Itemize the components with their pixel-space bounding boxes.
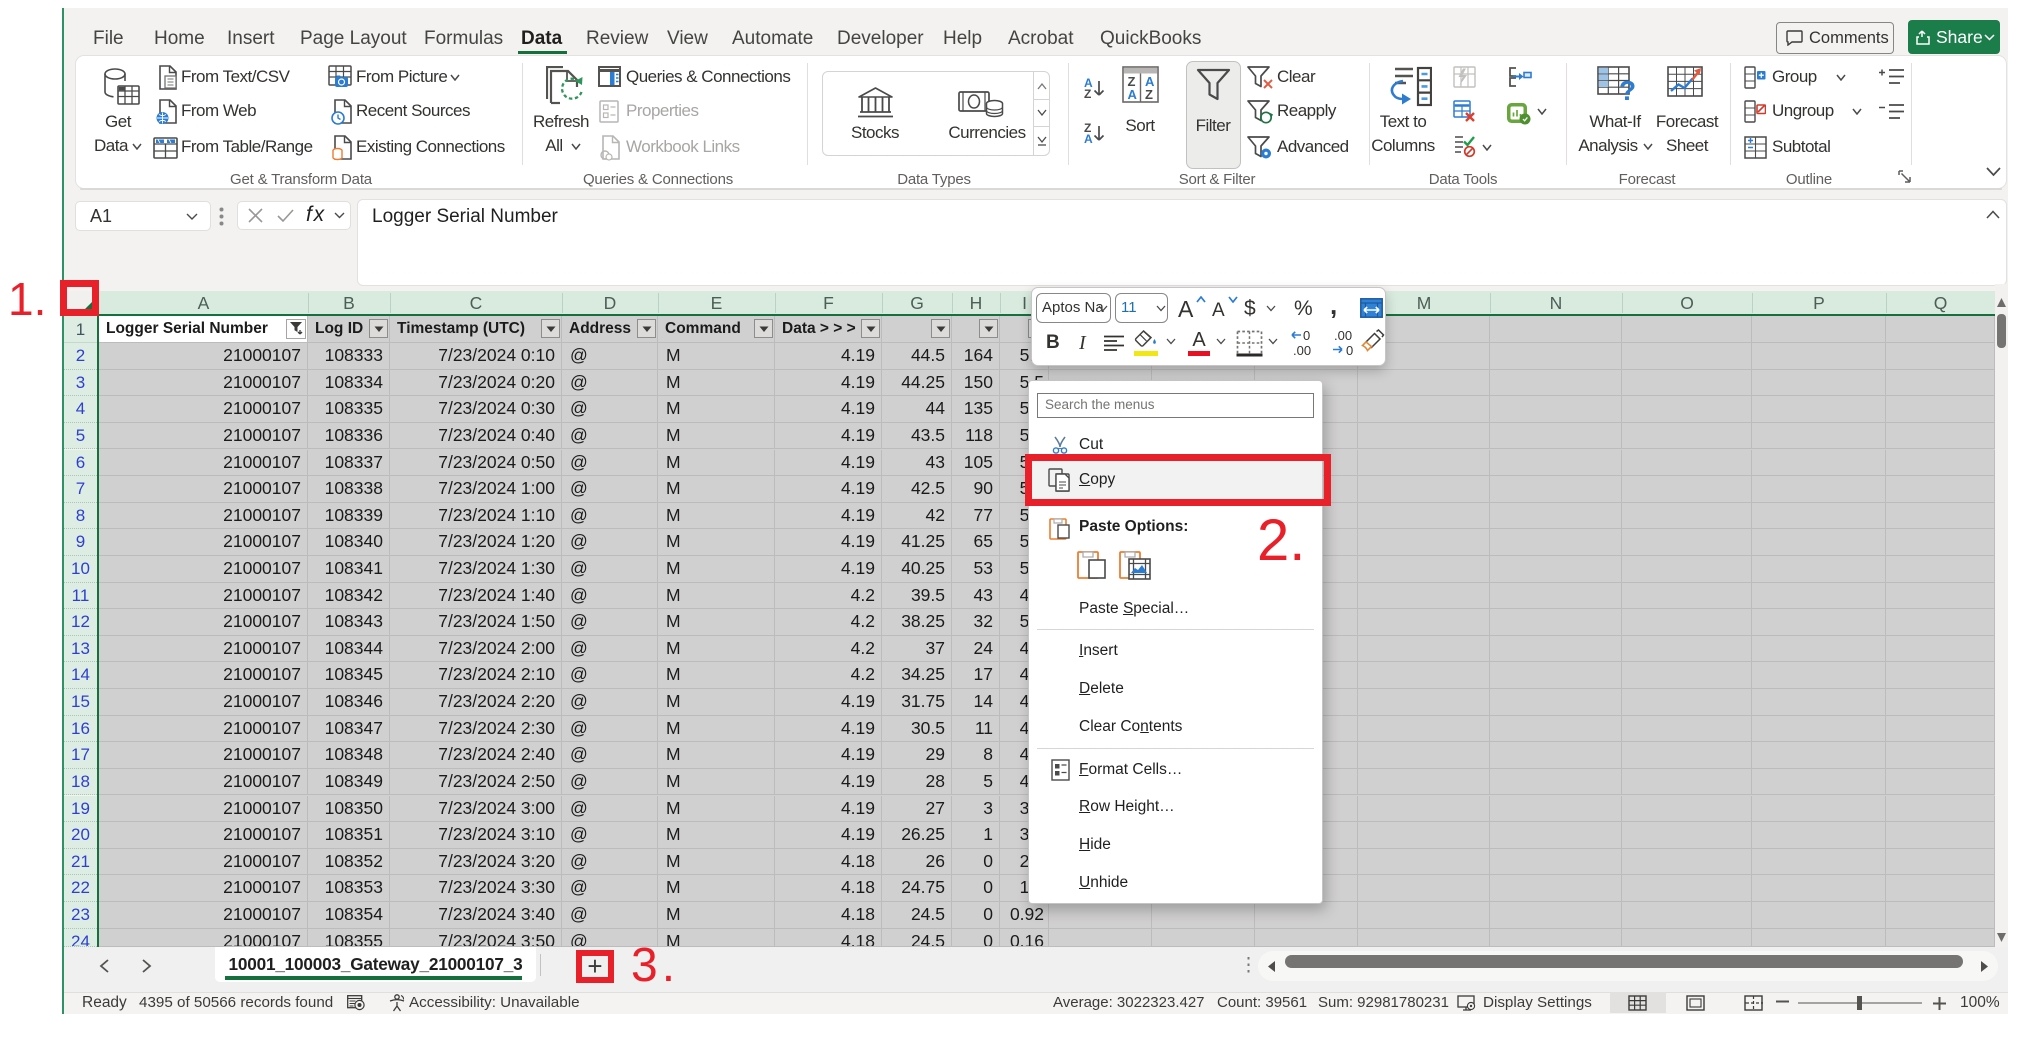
svg-text:.00: .00 [1334, 329, 1352, 343]
svg-text:.00: .00 [1293, 343, 1311, 356]
svg-text:Z: Z [1084, 87, 1091, 99]
svg-text:A: A [1128, 87, 1138, 102]
svg-text:Z: Z [1145, 87, 1153, 102]
svg-text:0: 0 [1346, 343, 1353, 356]
svg-text:0: 0 [1303, 329, 1310, 343]
svg-text:?: ? [1619, 75, 1636, 102]
